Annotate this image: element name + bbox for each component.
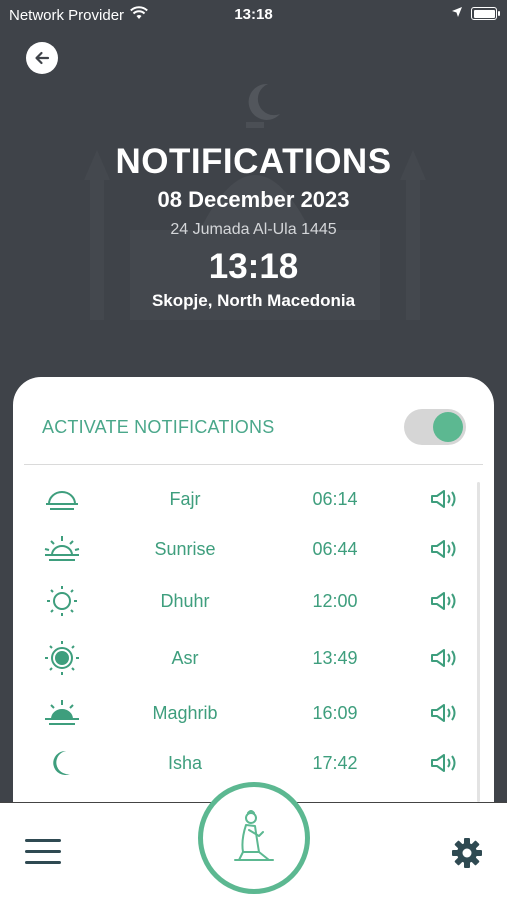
sound-toggle-asr[interactable]: [427, 644, 463, 672]
prayer-row-fajr: Fajr 06:14: [13, 479, 473, 519]
speaker-icon: [431, 540, 456, 558]
prayer-time: 06:14: [312, 489, 358, 509]
sunset-icon: [43, 695, 81, 731]
prayer-row-asr: Asr 13:49: [13, 638, 473, 678]
crescent-moon-icon: [43, 745, 81, 781]
prayer-name: Asr: [171, 648, 199, 668]
divider: [24, 464, 483, 465]
toggle-knob: [433, 412, 463, 442]
sound-toggle-dhuhr[interactable]: [427, 587, 463, 615]
prayer-row-dhuhr: Dhuhr 12:00: [13, 581, 473, 621]
prayer-row-sunrise: Sunrise 06:44: [13, 529, 473, 569]
prayer-time: 13:49: [312, 648, 358, 668]
prayer-row-isha: Isha 17:42: [13, 743, 473, 783]
back-button[interactable]: [26, 42, 58, 74]
arrow-left-icon: [35, 51, 50, 65]
gregorian-date: 08 December 2023: [157, 187, 350, 212]
speaker-icon: [431, 754, 456, 772]
page-title: NOTIFICATIONS: [115, 142, 392, 181]
status-bar: Network Provider 13:18: [0, 0, 507, 30]
notifications-card: ACTIVATE NOTIFICATIONS Fajr 06:14 Sunris…: [13, 377, 494, 817]
sun-icon: [43, 583, 81, 619]
status-time: 13:18: [234, 6, 273, 23]
prayer-row-maghrib: Maghrib 16:09: [13, 693, 473, 733]
sound-toggle-sunrise[interactable]: [427, 535, 463, 563]
prayer-name: Fajr: [169, 489, 201, 509]
menu-button[interactable]: [25, 837, 63, 867]
gear-icon: [452, 838, 482, 868]
scrollbar[interactable]: [477, 482, 480, 802]
notifications-toggle[interactable]: [404, 409, 466, 445]
speaker-icon: [431, 649, 456, 667]
prayer-name: Isha: [167, 753, 203, 773]
dawn-icon: [43, 481, 81, 517]
prayer-button[interactable]: [198, 782, 310, 894]
sun-filled-icon: [43, 640, 81, 676]
hijri-date: 24 Jumada Al-Ula 1445: [170, 221, 337, 238]
status-right: [451, 5, 500, 22]
settings-button[interactable]: [450, 836, 484, 870]
prayer-time: 06:44: [312, 539, 358, 559]
location-label: Skopje, North Macedonia: [151, 291, 356, 310]
header: NOTIFICATIONS 08 December 2023 24 Jumada…: [0, 140, 507, 312]
prayer-time: 12:00: [312, 591, 358, 611]
activate-notifications-row: ACTIVATE NOTIFICATIONS: [13, 409, 494, 445]
prayer-time: 17:42: [312, 753, 358, 773]
sunrise-icon: [43, 531, 81, 567]
sound-toggle-fajr[interactable]: [427, 485, 463, 513]
prayer-name: Maghrib: [152, 703, 218, 723]
sound-toggle-maghrib[interactable]: [427, 699, 463, 727]
speaker-icon: [431, 592, 456, 610]
location-arrow-icon: [451, 5, 463, 22]
sound-toggle-isha[interactable]: [427, 749, 463, 777]
speaker-icon: [431, 490, 456, 508]
prayer-time: 16:09: [312, 703, 358, 723]
activate-notifications-label: ACTIVATE NOTIFICATIONS: [42, 417, 275, 437]
current-time: 13:18: [208, 247, 299, 286]
prayer-name: Sunrise: [154, 539, 216, 559]
battery-icon: [471, 7, 500, 20]
speaker-icon: [431, 704, 456, 722]
praying-person-icon: [234, 810, 274, 861]
prayer-name: Dhuhr: [160, 591, 210, 611]
